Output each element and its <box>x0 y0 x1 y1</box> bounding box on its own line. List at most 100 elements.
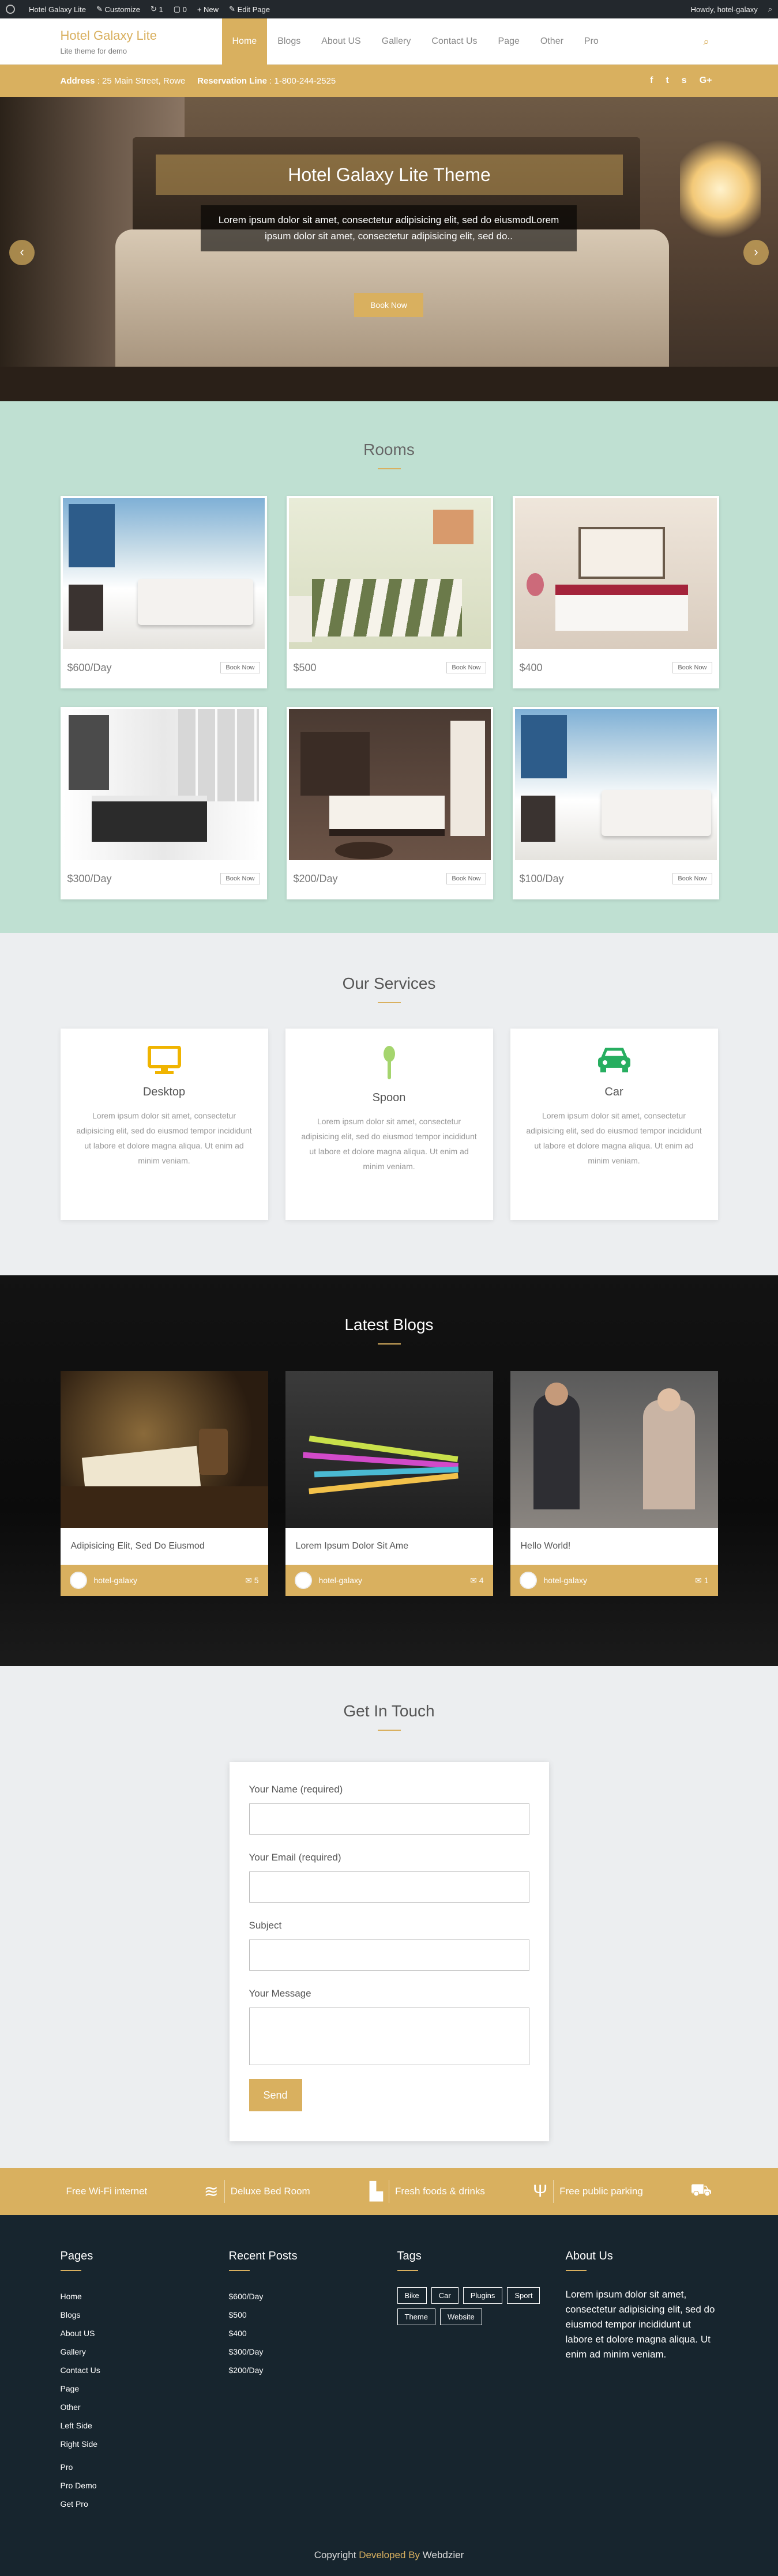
admin-comments-count: 0 <box>182 5 187 14</box>
nav-contact-us[interactable]: Contact Us <box>421 18 487 65</box>
blog-author[interactable]: hotel-galaxy <box>544 1576 588 1585</box>
footer-about-title: About Us <box>565 2250 613 2262</box>
avatar[interactable] <box>294 1572 312 1589</box>
brand[interactable]: Hotel Galaxy Lite Lite theme for demo <box>61 28 222 55</box>
book-now-button[interactable]: Book Now <box>220 873 260 884</box>
blog-meta: hotel-galaxy ✉ 5 <box>60 1565 268 1596</box>
book-now-button[interactable]: Book Now <box>446 873 486 884</box>
footer-recent-link[interactable]: $400 <box>229 2324 397 2342</box>
footer-page-link[interactable]: About US <box>61 2324 229 2342</box>
site-title[interactable]: Hotel Galaxy Lite <box>61 28 222 43</box>
message-field[interactable] <box>249 2008 529 2065</box>
blog-title[interactable]: Adipisicing Elit, Sed Do Eiusmod <box>61 1528 268 1565</box>
hero-book-button[interactable]: Book Now <box>354 293 423 317</box>
slider-next-icon[interactable]: › <box>743 240 769 265</box>
contact-info: Address : 25 Main Street, Rowe Reservati… <box>61 76 336 86</box>
footer-page-link[interactable]: Contact Us <box>61 2361 229 2379</box>
blog-author[interactable]: hotel-galaxy <box>319 1576 363 1585</box>
footer-recent-link[interactable]: $300/Day <box>229 2342 397 2361</box>
footer-tag[interactable]: Theme <box>397 2308 435 2325</box>
room-image[interactable] <box>514 709 717 860</box>
subject-field[interactable] <box>249 1939 529 1971</box>
facebook-icon[interactable]: f <box>650 76 653 86</box>
footer-page-link[interactable]: Left Side <box>61 2416 229 2435</box>
footer-page-link[interactable]: Right Side <box>61 2435 229 2453</box>
admin-updates-link[interactable]: ↻ 1 <box>151 5 163 14</box>
developed-by-label: Developed By <box>359 2549 420 2560</box>
room-image[interactable] <box>288 709 491 860</box>
nav-other[interactable]: Other <box>530 18 574 65</box>
services-grid: Desktop Lorem ipsum dolor sit amet, cons… <box>60 1029 718 1220</box>
blog-image[interactable] <box>60 1371 268 1528</box>
book-now-button[interactable]: Book Now <box>220 662 260 673</box>
name-field[interactable] <box>249 1803 529 1835</box>
footer-page-link[interactable]: Gallery <box>61 2342 229 2361</box>
blog-title[interactable]: Hello World! <box>510 1528 718 1565</box>
footer-tag[interactable]: Bike <box>397 2287 427 2304</box>
footer-tag[interactable]: Plugins <box>463 2287 503 2304</box>
admin-edit-link[interactable]: ✎ Edit Page <box>229 5 270 14</box>
room-image[interactable] <box>514 498 717 649</box>
footer-page-link[interactable]: Pro Demo <box>61 2476 229 2495</box>
footer-page-link[interactable]: Home <box>61 2287 229 2306</box>
skype-icon[interactable]: s <box>682 76 687 86</box>
nav-page[interactable]: Page <box>488 18 530 65</box>
nav-blogs[interactable]: Blogs <box>267 18 311 65</box>
search-icon[interactable]: ⌕ <box>695 36 718 48</box>
blog-image[interactable] <box>510 1371 718 1528</box>
room-image[interactable] <box>288 498 491 649</box>
nav-home[interactable]: Home <box>221 18 268 65</box>
email-label: Your Email (required) <box>249 1852 341 1863</box>
blog-card: Lorem Ipsum Dolor Sit Ame hotel-galaxy ✉… <box>285 1371 493 1596</box>
admin-howdy[interactable]: Howdy, hotel-galaxy <box>691 5 758 14</box>
avatar[interactable] <box>69 1572 87 1589</box>
room-card: $300/Day Book Now <box>60 707 267 899</box>
car-icon: ⛟ <box>690 2180 712 2200</box>
footer-page-link[interactable]: Get Pro <box>61 2495 229 2513</box>
footer-page-link[interactable]: Pro <box>61 2458 229 2476</box>
nav-gallery[interactable]: Gallery <box>371 18 422 65</box>
feature-label: Deluxe Bed Room <box>230 2186 310 2197</box>
footer-recent-link[interactable]: $600/Day <box>229 2287 397 2306</box>
footer-tag[interactable]: Website <box>439 2308 482 2325</box>
send-button[interactable]: Send <box>249 2079 302 2111</box>
admin-site-link[interactable]: Hotel Galaxy Lite <box>29 5 86 14</box>
avatar[interactable] <box>519 1572 537 1589</box>
email-field[interactable] <box>249 1871 529 1903</box>
room-image[interactable] <box>62 498 265 649</box>
nav-pro[interactable]: Pro <box>574 18 609 65</box>
blog-comments[interactable]: 4 <box>479 1576 484 1585</box>
wordpress-icon[interactable] <box>6 5 18 14</box>
google-plus-icon[interactable]: G+ <box>700 76 712 86</box>
footer-recent-link[interactable]: $500 <box>229 2306 397 2324</box>
slider-prev-icon[interactable]: ‹ <box>9 240 35 265</box>
feature-label: Free Wi-Fi internet <box>66 2186 148 2197</box>
footer-recent-link[interactable]: $200/Day <box>229 2361 397 2379</box>
admin-comments-link[interactable]: ▢ 0 <box>174 5 187 14</box>
footer-tag[interactable]: Sport <box>507 2287 540 2304</box>
twitter-icon[interactable]: t <box>666 76 668 86</box>
blog-comments[interactable]: 1 <box>704 1576 709 1585</box>
developer-link[interactable]: Webdzier <box>423 2549 464 2560</box>
nav-about-us[interactable]: About US <box>311 18 371 65</box>
blog-image[interactable] <box>285 1371 493 1528</box>
admin-new-link[interactable]: + New <box>197 5 219 14</box>
footer-tag-cloud: Bike Car Plugins Sport Theme Website <box>397 2287 547 2325</box>
updates-icon: ↻ <box>150 5 159 13</box>
blog-title[interactable]: Lorem Ipsum Dolor Sit Ame <box>285 1528 493 1565</box>
blog-comments[interactable]: 5 <box>254 1576 259 1585</box>
book-now-button[interactable]: Book Now <box>672 662 712 673</box>
desktop-icon <box>147 1045 181 1074</box>
room-image[interactable] <box>62 709 265 860</box>
service-name: Spoon <box>372 1091 406 1104</box>
blog-author[interactable]: hotel-galaxy <box>94 1576 138 1585</box>
book-now-button[interactable]: Book Now <box>672 873 712 884</box>
footer-tag[interactable]: Car <box>431 2287 458 2304</box>
book-now-button[interactable]: Book Now <box>446 662 486 673</box>
footer-page-link[interactable]: Blogs <box>61 2306 229 2324</box>
footer-page-link[interactable]: Page <box>61 2379 229 2398</box>
admin-customize-link[interactable]: ✎ Customize <box>96 5 140 14</box>
footer-page-link[interactable]: Other <box>61 2398 229 2416</box>
footer-about-text: Lorem ipsum dolor sit amet, consectetur … <box>565 2289 715 2360</box>
admin-search-icon[interactable]: ⌕ <box>768 5 772 14</box>
